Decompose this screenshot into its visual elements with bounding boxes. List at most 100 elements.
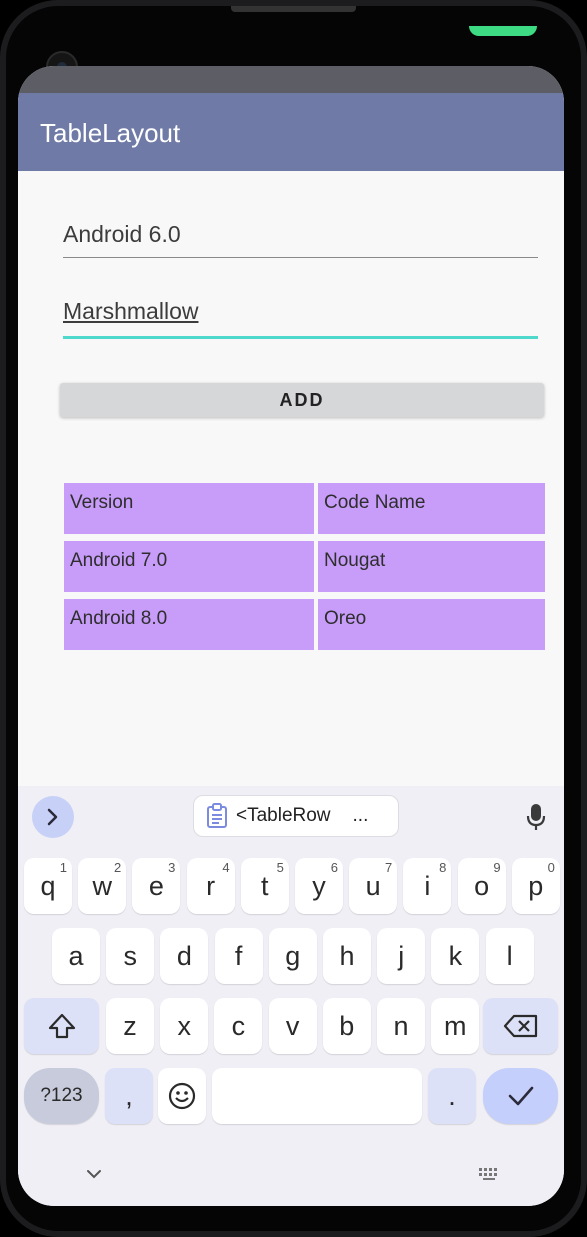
key-f[interactable]: f bbox=[214, 928, 263, 984]
key-u-hint: 7 bbox=[384, 860, 393, 875]
key-l[interactable]: l bbox=[485, 928, 534, 984]
key-w-label: w bbox=[92, 870, 112, 901]
key-d[interactable]: d bbox=[160, 928, 209, 984]
key-h[interactable]: h bbox=[323, 928, 371, 984]
clipboard-suggestion-more: ... bbox=[352, 805, 369, 826]
key-y-label: y bbox=[312, 870, 326, 901]
hide-keyboard-button[interactable] bbox=[86, 1164, 102, 1183]
key-z[interactable]: z bbox=[106, 998, 154, 1054]
chevron-down-icon bbox=[87, 1170, 101, 1179]
key-y-hint: 6 bbox=[330, 860, 338, 875]
table-cell: Oreo bbox=[318, 599, 545, 650]
key-i[interactable]: i8 bbox=[403, 858, 452, 914]
chevron-right-icon bbox=[47, 808, 58, 826]
key-c[interactable]: c bbox=[214, 998, 263, 1054]
key-s-label: s bbox=[123, 940, 137, 971]
key-t[interactable]: t5 bbox=[240, 858, 289, 914]
key-v[interactable]: v bbox=[268, 998, 317, 1054]
backspace-key[interactable] bbox=[483, 998, 558, 1054]
key-c-label: c bbox=[231, 1010, 246, 1041]
comma-key-label: , bbox=[125, 1080, 133, 1111]
key-r-label: r bbox=[206, 870, 216, 901]
shift-key[interactable] bbox=[24, 998, 99, 1054]
key-d-label: d bbox=[176, 940, 192, 971]
key-q-hint: 1 bbox=[59, 860, 67, 875]
speaker-grill bbox=[231, 6, 356, 12]
key-o[interactable]: o9 bbox=[457, 858, 506, 914]
period-key-label: . bbox=[448, 1080, 456, 1111]
key-y[interactable]: y6 bbox=[295, 858, 343, 914]
codename-input[interactable]: Marshmallow bbox=[63, 298, 538, 339]
key-v-label: v bbox=[285, 1010, 300, 1041]
key-b[interactable]: b bbox=[322, 998, 371, 1054]
period-key[interactable]: . bbox=[428, 1068, 476, 1124]
key-x[interactable]: x bbox=[160, 998, 209, 1054]
emoji-icon bbox=[168, 1082, 196, 1110]
key-s[interactable]: s bbox=[106, 928, 155, 984]
emoji-key[interactable] bbox=[158, 1068, 206, 1124]
key-b-label: b bbox=[339, 1010, 355, 1041]
table-cell: Nougat bbox=[318, 541, 545, 592]
version-input[interactable]: Android 6.0 bbox=[63, 221, 538, 258]
key-e[interactable]: e3 bbox=[132, 858, 181, 914]
key-p-hint: 0 bbox=[547, 860, 555, 875]
version-input-value: Android 6.0 bbox=[63, 221, 181, 247]
screen: TableLayout Android 6.0 Marshmallow ADD … bbox=[18, 66, 564, 1206]
key-h-label: h bbox=[339, 940, 355, 971]
check-icon bbox=[508, 1086, 533, 1106]
clipboard-icon bbox=[207, 803, 227, 828]
comma-key[interactable]: , bbox=[105, 1068, 153, 1124]
key-o-hint: 9 bbox=[493, 860, 501, 875]
key-m-label: m bbox=[443, 1010, 467, 1041]
symbols-key-label: ?123 bbox=[40, 1085, 83, 1106]
key-f-label: f bbox=[234, 940, 243, 971]
key-g[interactable]: g bbox=[268, 928, 317, 984]
enter-key[interactable] bbox=[483, 1068, 558, 1124]
keyboard-switch-button[interactable] bbox=[478, 1166, 500, 1185]
key-i-hint: 8 bbox=[439, 860, 447, 875]
key-q[interactable]: q1 bbox=[24, 858, 72, 914]
key-i-label: i bbox=[424, 870, 431, 901]
clipboard-suggestion-text: <TableRow bbox=[236, 805, 331, 826]
keyboard-icon bbox=[479, 1168, 497, 1180]
backspace-icon bbox=[503, 1014, 537, 1038]
key-n-label: n bbox=[393, 1010, 409, 1041]
app-title: TableLayout bbox=[40, 118, 181, 148]
table-cell: Android 8.0 bbox=[64, 599, 314, 650]
key-u[interactable]: u7 bbox=[349, 858, 398, 914]
space-key[interactable] bbox=[212, 1068, 422, 1124]
table-header-cell: Code Name bbox=[318, 483, 545, 534]
keyboard-expand-button[interactable] bbox=[32, 796, 74, 838]
indicator-light bbox=[469, 26, 537, 36]
key-e-label: e bbox=[148, 870, 164, 901]
key-n[interactable]: n bbox=[377, 998, 425, 1054]
key-w[interactable]: w2 bbox=[78, 858, 127, 914]
status-bar bbox=[18, 66, 564, 93]
key-w-hint: 2 bbox=[113, 860, 122, 875]
symbols-key[interactable]: ?123 bbox=[24, 1068, 99, 1124]
key-o-label: o bbox=[474, 870, 490, 901]
table-cell: Android 7.0 bbox=[64, 541, 314, 592]
add-button[interactable]: ADD bbox=[60, 383, 544, 417]
key-k-label: k bbox=[448, 940, 463, 971]
key-j[interactable]: j bbox=[377, 928, 426, 984]
key-m[interactable]: m bbox=[431, 998, 480, 1054]
key-j-label: j bbox=[398, 940, 405, 971]
key-l-label: l bbox=[506, 940, 513, 971]
clipboard-suggestion[interactable]: <TableRow ... bbox=[193, 795, 399, 837]
device-frame: TableLayout Android 6.0 Marshmallow ADD … bbox=[0, 0, 587, 1237]
key-a-label: a bbox=[68, 940, 84, 971]
key-r-hint: 4 bbox=[222, 860, 230, 875]
key-t-hint: 5 bbox=[276, 860, 284, 875]
key-k[interactable]: k bbox=[431, 928, 480, 984]
soft-keyboard: <TableRow ... q1w2e3r4t5y6u7i8o9p0asdfgh… bbox=[18, 786, 564, 1206]
shift-icon bbox=[48, 1013, 75, 1039]
key-a[interactable]: a bbox=[52, 928, 100, 984]
microphone-button[interactable] bbox=[522, 802, 550, 832]
key-r[interactable]: r4 bbox=[186, 858, 235, 914]
key-x-label: x bbox=[177, 1010, 191, 1041]
microphone-icon bbox=[526, 804, 546, 830]
key-p[interactable]: p0 bbox=[511, 858, 560, 914]
codename-input-value: Marshmallow bbox=[63, 298, 199, 324]
key-u-label: u bbox=[365, 870, 381, 901]
